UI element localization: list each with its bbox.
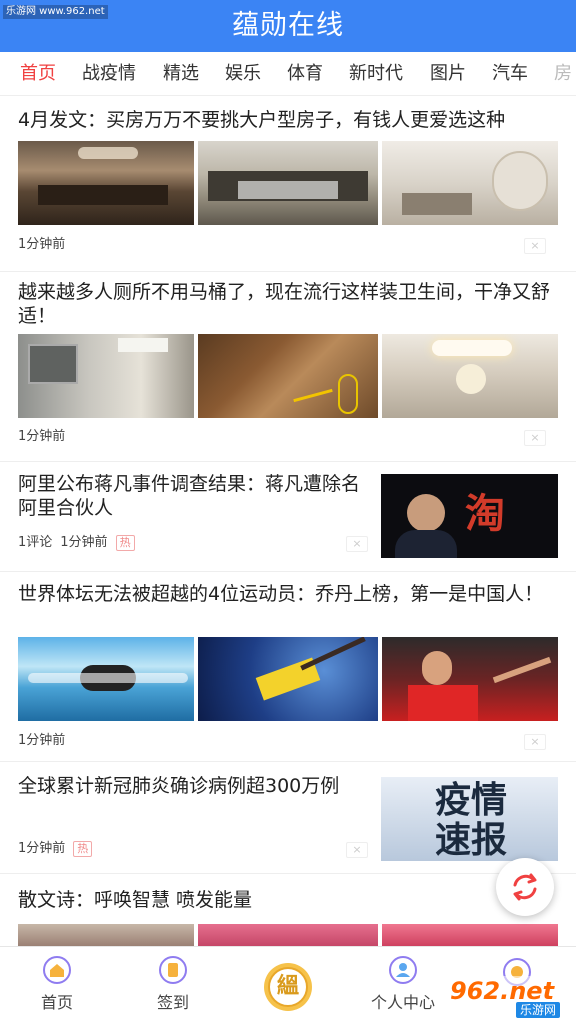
article-title[interactable]: 越来越多人厕所不用马桶了，现在流行这样装卫生间，干净又舒适！ [18, 280, 563, 328]
tab-house-partial[interactable]: 房 [554, 52, 572, 95]
nav-checkin-label: 签到 [156, 993, 189, 1012]
article-time: 1分钟前 [18, 237, 66, 252]
news-feed[interactable]: 4月发文：买房万万不要挑大户型房子，有钱人更爱选这种 1分钟前 × 越来越多人厕… [0, 96, 576, 946]
article-meta: 1分钟前 [18, 732, 65, 750]
user-icon [389, 956, 417, 984]
center-button-glyph: 縕 [276, 974, 299, 999]
tab-featured[interactable]: 精选 [163, 52, 199, 95]
article-meta: 1分钟前 [18, 236, 65, 254]
tab-sports[interactable]: 体育 [287, 52, 323, 95]
list-item[interactable]: 4月发文：买房万万不要挑大户型房子，有钱人更爱选这种 1分钟前 × [0, 96, 576, 272]
article-thumbnail: 疫情 速报 [381, 777, 558, 861]
nav-profile-label: 个人中心 [370, 993, 435, 1012]
tab-epidemic[interactable]: 战疫情 [82, 52, 136, 95]
article-image [382, 924, 558, 946]
list-item[interactable]: 世界体坛无法被超越的4位运动员：乔丹上榜，第一是中国人！ 1分钟前 × [0, 572, 576, 762]
dismiss-button[interactable]: × [346, 536, 368, 552]
article-image [198, 637, 378, 721]
article-image [382, 334, 558, 418]
article-time: 1分钟前 [18, 841, 66, 856]
article-comments: 1评论 [18, 535, 53, 550]
dismiss-button[interactable]: × [524, 734, 546, 750]
hot-badge: 热 [73, 841, 93, 857]
article-image [382, 637, 558, 721]
tab-home[interactable]: 首页 [20, 52, 56, 95]
article-meta: 1分钟前 [18, 428, 65, 446]
dismiss-button[interactable]: × [524, 430, 546, 446]
dismiss-button[interactable]: × [346, 842, 368, 858]
article-image [198, 141, 378, 225]
dismiss-button[interactable]: × [524, 238, 546, 254]
tab-entertainment[interactable]: 娱乐 [225, 52, 261, 95]
refresh-button[interactable] [496, 858, 554, 916]
article-title[interactable]: 散文诗：呼唤智慧 喷发能量 [18, 888, 418, 912]
article-image [198, 334, 378, 418]
thumb-headline-text: 疫情 速报 [434, 780, 507, 861]
article-time: 1分钟前 [18, 429, 66, 444]
app-screen: 乐游网 www.962.net 蕴勋在线 首页 战疫情 精选 娱乐 体育 新时代… [0, 0, 576, 1024]
home-icon [43, 956, 71, 984]
category-tabs: 首页 战疫情 精选 娱乐 体育 新时代 图片 汽车 房 [0, 52, 576, 96]
hot-badge: 热 [115, 535, 135, 551]
refresh-icon [513, 873, 537, 901]
list-item[interactable]: 越来越多人厕所不用马桶了，现在流行这样装卫生间，干净又舒适！ 1分钟前 × [0, 272, 576, 462]
thumb-logo-text: 淘 [465, 491, 505, 537]
watermark-site-name: 乐游网 [516, 1002, 561, 1018]
nav-profile[interactable]: 个人中心 [358, 955, 448, 1013]
watermark-bottom: 962.net 乐游网 [444, 976, 572, 1020]
list-item[interactable]: 散文诗：呼唤智慧 喷发能量 [0, 874, 576, 946]
article-image [382, 141, 558, 225]
article-title[interactable]: 阿里公布蒋凡事件调查结果：蒋凡遭除名阿里合伙人 [18, 472, 363, 520]
article-image [18, 141, 194, 225]
list-item[interactable]: 全球累计新冠肺炎确诊病例超300万例 疫情 速报 1分钟前 热 × [0, 762, 576, 874]
article-title[interactable]: 全球累计新冠肺炎确诊病例超300万例 [18, 774, 363, 798]
article-title[interactable]: 世界体坛无法被超越的4位运动员：乔丹上榜，第一是中国人！ [18, 582, 563, 606]
article-image [18, 637, 194, 721]
center-action-button[interactable]: 縕 [262, 961, 314, 1013]
tab-auto[interactable]: 汽车 [492, 52, 528, 95]
article-title[interactable]: 4月发文：买房万万不要挑大户型房子，有钱人更爱选这种 [18, 108, 563, 132]
article-meta: 1分钟前 热 [18, 840, 93, 858]
checkin-icon [159, 956, 187, 984]
article-thumbnail: 淘 [381, 474, 558, 558]
nav-home-label: 首页 [40, 993, 73, 1012]
article-image [18, 334, 194, 418]
article-time: 1分钟前 [60, 535, 108, 550]
app-title: 蕴勋在线 [232, 10, 344, 41]
nav-home[interactable]: 首页 [12, 955, 102, 1013]
tab-pictures[interactable]: 图片 [430, 52, 466, 95]
article-image [18, 924, 194, 946]
article-image [198, 924, 378, 946]
list-item[interactable]: 阿里公布蒋凡事件调查结果：蒋凡遭除名阿里合伙人 淘 1评论 1分钟前 热 × [0, 462, 576, 572]
article-meta: 1评论 1分钟前 热 [18, 534, 135, 552]
article-time: 1分钟前 [18, 733, 66, 748]
tab-new-era[interactable]: 新时代 [349, 52, 403, 95]
nav-checkin[interactable]: 签到 [128, 955, 218, 1013]
app-header: 乐游网 www.962.net 蕴勋在线 [0, 0, 576, 52]
